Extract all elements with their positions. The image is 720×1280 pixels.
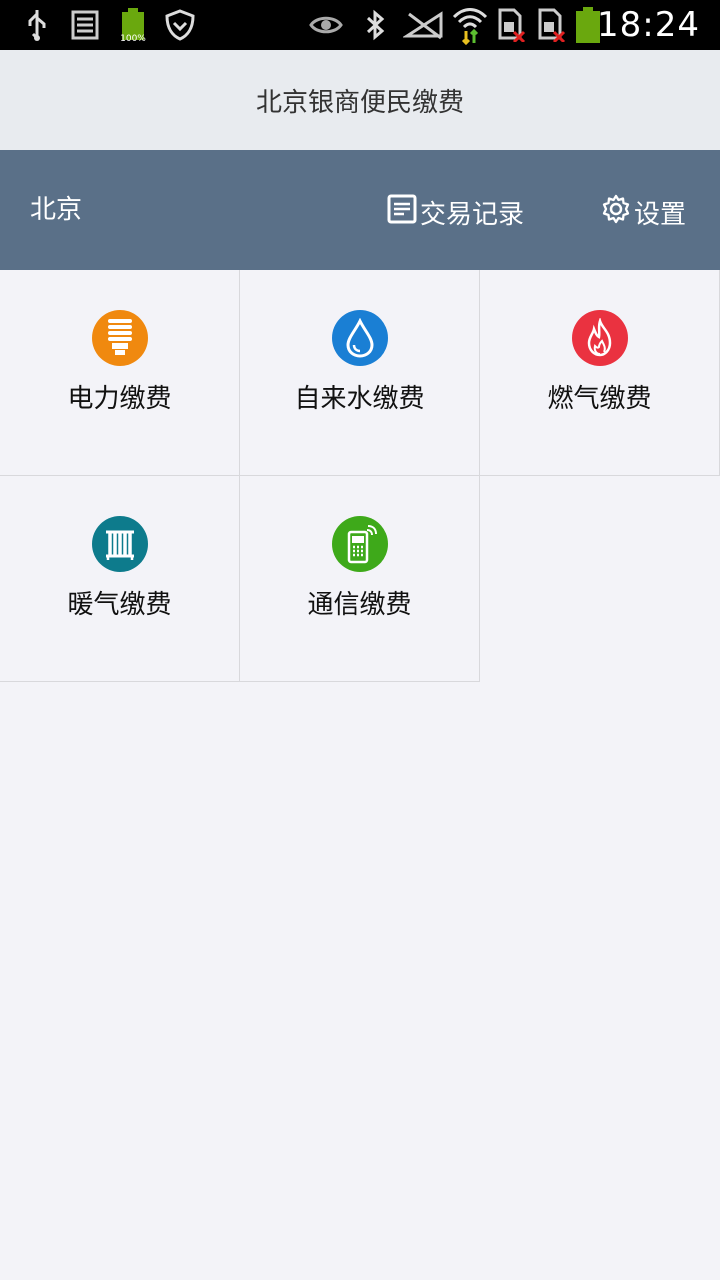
document-icon <box>386 193 420 232</box>
transaction-records-label: 交易记录 <box>420 199 525 230</box>
phone-icon <box>331 516 388 572</box>
service-water[interactable]: 自来水缴费 <box>240 270 480 476</box>
storage-icon <box>70 0 100 50</box>
service-gas[interactable]: 燃气缴费 <box>480 270 720 476</box>
service-label: 燃气缴费 <box>547 384 652 414</box>
service-label: 暖气缴费 <box>67 590 172 620</box>
battery-percent-label: 100% <box>120 34 146 42</box>
page-title: 北京银商便民缴费 <box>255 87 464 118</box>
transaction-records-button[interactable]: 交易记录 <box>386 192 524 232</box>
action-bar: 北京 交易记录 设置 <box>0 150 720 270</box>
shield-icon <box>164 0 196 50</box>
sim2-off-icon <box>536 0 566 50</box>
status-bar: 100% 18:24 <box>0 0 720 50</box>
service-label: 自来水缴费 <box>294 384 425 414</box>
city-selector[interactable]: 北京 <box>30 150 82 270</box>
title-bar: 北京银商便民缴费 <box>0 50 720 150</box>
radiator-icon <box>91 516 148 572</box>
service-telecom[interactable]: 通信缴费 <box>240 476 480 682</box>
signal-off-icon <box>402 0 446 50</box>
wifi-icon <box>452 0 488 50</box>
service-label: 电力缴费 <box>67 384 172 414</box>
sim1-off-icon <box>496 0 526 50</box>
status-time: 18:24 <box>597 5 700 45</box>
service-electricity[interactable]: 电力缴费 <box>0 270 240 476</box>
eye-icon <box>308 0 344 50</box>
water-drop-icon <box>331 310 388 366</box>
settings-label: 设置 <box>634 199 687 230</box>
usb-icon <box>22 0 52 50</box>
gear-icon <box>600 193 634 232</box>
settings-button[interactable]: 设置 <box>600 192 686 232</box>
battery-full-icon: 100% <box>118 0 148 50</box>
bluetooth-icon <box>362 0 388 50</box>
flame-icon <box>571 310 628 366</box>
lightbulb-icon <box>91 310 148 366</box>
service-heating[interactable]: 暖气缴费 <box>0 476 240 682</box>
service-label: 通信缴费 <box>307 590 412 620</box>
